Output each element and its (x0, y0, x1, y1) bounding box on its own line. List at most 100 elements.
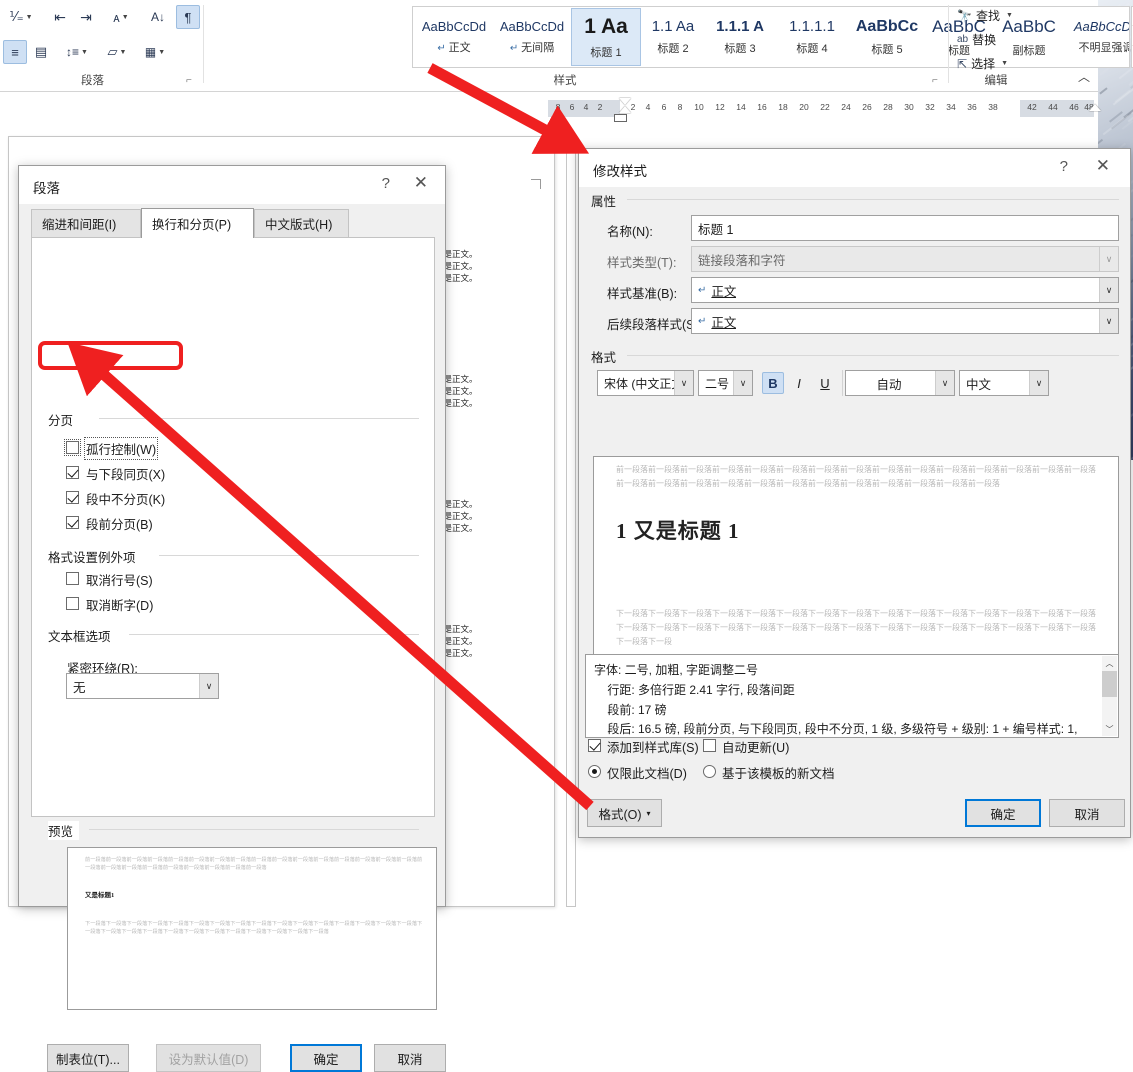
paragraph-ok-button[interactable]: 确定 (290, 1044, 362, 1072)
add-to-styles-gallery-checkbox[interactable] (588, 739, 601, 752)
automatically-update-label[interactable]: 自动更新(U) (722, 737, 789, 756)
shading-button[interactable]: ▱ ▼ (100, 41, 134, 63)
right-indent-marker[interactable] (1089, 104, 1101, 111)
style-item-9[interactable]: AaBbCcDd 不明显强调 (1065, 8, 1130, 66)
style-item-5[interactable]: 1.1.1.1 标题 4 (775, 8, 849, 66)
keep-lines-together-label[interactable]: 段中不分页(K) (86, 489, 165, 508)
paragraph-dialog-help-icon[interactable]: ? (382, 175, 390, 192)
underline-button[interactable]: U (814, 372, 836, 394)
style-name-input[interactable]: 标题 1 (691, 215, 1119, 241)
borders-button[interactable]: ▦ ▼ (138, 41, 172, 63)
modify-style-dialog[interactable]: 修改样式 ? ✕ 属性 名称(N): 标题 1 样式类型(T): 链接段落和字符… (578, 148, 1131, 838)
page-break-before-label[interactable]: 段前分页(B) (86, 514, 153, 533)
style-basedon-select[interactable]: ↵ 正文 ∨ (691, 277, 1119, 303)
paragraph-tabs[interactable]: 缩进和间距(I) 换行和分页(P) 中文版式(H) (31, 209, 435, 238)
dont-hyphenate-checkbox[interactable] (66, 597, 79, 610)
paragraph-dialog-titlebar[interactable]: 段落 ? ✕ (19, 166, 445, 204)
paragraph-dialog-close-icon[interactable]: ✕ (414, 174, 428, 191)
style-description-box[interactable]: 字体: 二号, 加粗, 字距调整二号 行距: 多倍行距 2.41 字行, 段落间… (585, 654, 1119, 738)
language-select[interactable]: 中文 ∨ (959, 370, 1049, 396)
asian-layout-button[interactable]: ᴀ ▼ (104, 6, 138, 28)
set-as-default-button[interactable]: 设为默认值(D) (156, 1044, 261, 1072)
select-button[interactable]: ⇱ 选择 ▼ (957, 55, 1008, 72)
add-to-styles-gallery-label[interactable]: 添加到样式库(S) (607, 737, 699, 756)
tab-chinese-typography[interactable]: 中文版式(H) (254, 209, 349, 237)
replace-button[interactable]: ab 替换 (957, 31, 996, 48)
line-spacing-button[interactable]: ↕≡ ▼ (60, 41, 94, 63)
paragraph-dialog-launcher-icon[interactable]: ⌐ (186, 75, 192, 86)
automatically-update-checkbox[interactable] (703, 739, 716, 752)
first-line-indent-marker[interactable] (619, 98, 631, 105)
left-indent-marker[interactable] (614, 114, 627, 122)
modify-style-help-icon[interactable]: ? (1060, 158, 1068, 175)
new-documents-based-on-template-radio[interactable] (703, 765, 716, 778)
italic-button[interactable]: I (788, 372, 810, 394)
style-item-0[interactable]: AaBbCcDd ↵ 正文 (415, 8, 493, 66)
only-this-document-radio[interactable] (588, 765, 601, 778)
chevron-down-icon[interactable]: ∨ (1029, 371, 1048, 395)
modify-style-titlebar[interactable]: 修改样式 ? ✕ (579, 149, 1130, 187)
keep-with-next-label[interactable]: 与下段同页(X) (86, 464, 165, 483)
style-item-4[interactable]: 1.1.1 A 标题 3 (705, 8, 775, 66)
hanging-indent-marker[interactable] (619, 106, 631, 113)
chevron-down-icon[interactable]: ∨ (1099, 278, 1118, 302)
ribbon-group-paragraph: ⅟₌ ▼ ⇤ ⇥ ᴀ ▼ A↓ ¶ ≡ ▤ ↕≡ ▼ ▱ ▼ ▦ ▼ 段落 ⌐ (0, 0, 200, 92)
style-type-label: 样式类型(T): (607, 252, 676, 271)
font-family-select[interactable]: 宋体 (中文正文 ∨ (597, 370, 694, 396)
pilcrow-icon: ↵ (510, 43, 521, 54)
chevron-down-icon[interactable]: ∨ (733, 371, 752, 395)
tight-wrap-select[interactable]: 无 ∨ (66, 673, 219, 699)
dont-hyphenate-label[interactable]: 取消断字(D) (86, 595, 153, 614)
style-item-2[interactable]: 1 Aa 标题 1 (571, 8, 641, 66)
keep-lines-together-checkbox[interactable] (66, 491, 79, 504)
styles-dialog-launcher-icon[interactable]: ⌐ (932, 75, 938, 86)
format-button[interactable]: 格式(O) ▾ (587, 799, 662, 827)
tab-line-page-breaks[interactable]: 换行和分页(P) (141, 208, 254, 238)
sort-button[interactable]: A↓ (146, 6, 170, 28)
style-next-select[interactable]: ↵ 正文 ∨ (691, 308, 1119, 334)
align-left-button[interactable]: ≡ (3, 40, 27, 64)
description-scrollbar[interactable]: ︿ ﹀ (1102, 656, 1117, 736)
style-item-3[interactable]: 1.1 Aa 标题 2 (641, 8, 705, 66)
modify-style-cancel-button[interactable]: 取消 (1049, 799, 1125, 827)
chevron-down-icon[interactable]: ∨ (674, 371, 693, 395)
chevron-down-icon[interactable]: ∨ (1099, 309, 1118, 333)
suppress-line-numbers-checkbox[interactable] (66, 572, 79, 585)
increase-indent-button[interactable]: ⇥ (74, 6, 98, 28)
only-this-document-label[interactable]: 仅限此文档(D) (607, 763, 687, 782)
style-item-1[interactable]: AaBbCcDd ↵ 无间隔 (493, 8, 571, 66)
show-formatting-marks-button[interactable]: ¶ (176, 5, 200, 29)
multilevel-list-button[interactable]: ⅟₌ ▼ (4, 6, 38, 28)
scroll-down-icon[interactable]: ﹀ (1102, 722, 1117, 736)
keep-with-next-checkbox[interactable] (66, 466, 79, 479)
style-item-6[interactable]: AaBbCc 标题 5 (849, 8, 925, 66)
modify-style-ok-button[interactable]: 确定 (965, 799, 1041, 827)
tab-indents-spacing[interactable]: 缩进和间距(I) (31, 209, 141, 237)
decrease-indent-button[interactable]: ⇤ (48, 6, 72, 28)
bold-button[interactable]: B (762, 372, 784, 394)
paragraph-dialog[interactable]: 段落 ? ✕ 缩进和间距(I) 换行和分页(P) 中文版式(H) 分页 孤行控制… (18, 165, 446, 907)
style-item-label: ↵ 无间隔 (510, 39, 554, 55)
style-item-label: 标题 3 (724, 40, 755, 56)
document-page-2[interactable] (566, 136, 576, 907)
font-color-select[interactable]: 自动 ∨ (845, 370, 955, 396)
scrollbar-thumb[interactable] (1102, 671, 1117, 697)
distributed-button[interactable]: ▤ (29, 40, 53, 64)
page-break-before-checkbox[interactable] (66, 516, 79, 529)
collapse-ribbon-icon[interactable]: ︿ (1078, 68, 1090, 85)
chevron-down-icon[interactable]: ∨ (199, 674, 218, 698)
find-button[interactable]: 🔭 查找 ▼ (957, 7, 1013, 24)
widow-orphan-label[interactable]: 孤行控制(W) (86, 439, 156, 458)
chevron-down-icon[interactable]: ∨ (935, 371, 954, 395)
style-next-value: 正文 (711, 312, 736, 331)
paragraph-cancel-button[interactable]: 取消 (374, 1044, 446, 1072)
scroll-up-icon[interactable]: ︿ (1102, 656, 1117, 670)
font-size-select[interactable]: 二号 ∨ (698, 370, 753, 396)
find-caret-icon[interactable]: ▼ (1006, 12, 1013, 19)
suppress-line-numbers-label[interactable]: 取消行号(S) (86, 570, 153, 589)
widow-orphan-checkbox[interactable] (66, 441, 79, 454)
new-documents-based-on-template-label[interactable]: 基于该模板的新文档 (722, 763, 835, 782)
tabs-button[interactable]: 制表位(T)... (47, 1044, 129, 1072)
select-caret-icon[interactable]: ▼ (1001, 60, 1008, 67)
modify-style-close-icon[interactable]: ✕ (1096, 157, 1110, 174)
